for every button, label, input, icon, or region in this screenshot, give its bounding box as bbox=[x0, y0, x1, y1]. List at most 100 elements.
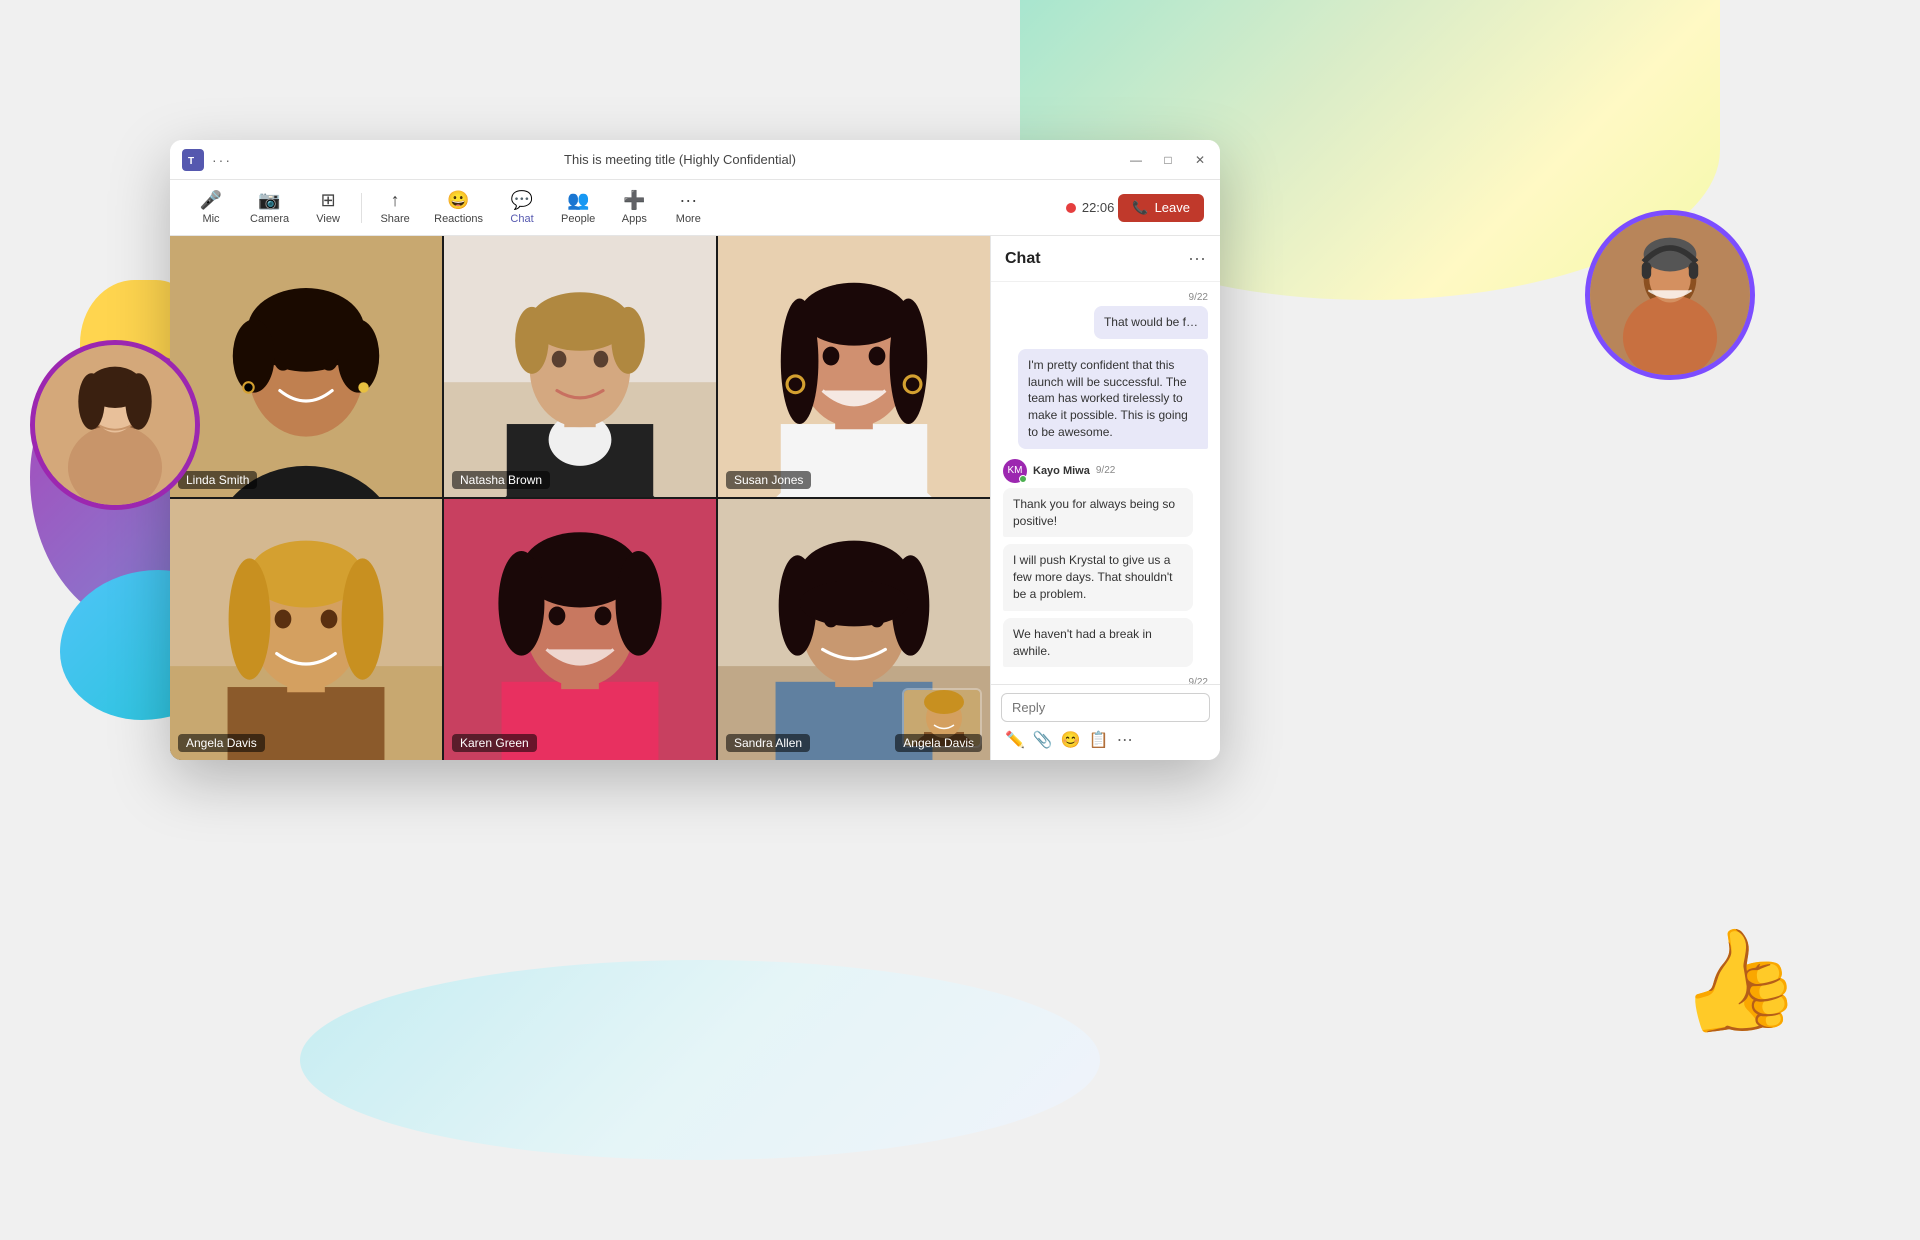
camera-label: Camera bbox=[250, 213, 289, 225]
toolbar-share[interactable]: ↑ Share bbox=[370, 186, 420, 229]
avatar-left bbox=[30, 340, 200, 510]
avatar-left-image bbox=[35, 345, 195, 505]
chat-message-1: I'm pretty confident that this launch wi… bbox=[1003, 349, 1208, 449]
leave-label: Leave bbox=[1155, 200, 1190, 215]
chat-message-0: 9/22 That would be f… bbox=[1003, 292, 1208, 339]
chat-label: Chat bbox=[510, 213, 533, 225]
toolbar-chat[interactable]: 💬 Chat bbox=[497, 186, 547, 229]
chat-header: Chat ··· bbox=[991, 236, 1220, 282]
video-label-0: Linda Smith bbox=[178, 471, 257, 489]
msg-date-0: 9/22 bbox=[1189, 292, 1208, 303]
chat-icon: 💬 bbox=[511, 190, 533, 211]
msg-bubble-0: That would be f… bbox=[1094, 306, 1208, 339]
mic-label: Mic bbox=[202, 213, 219, 225]
people-icon: 👥 bbox=[567, 190, 589, 211]
chat-toolbar-icons: ✏️ 📎 😊 📋 ⋯ bbox=[1001, 728, 1210, 752]
menu-dots[interactable]: ··· bbox=[212, 152, 232, 168]
chat-panel: Chat ··· 9/22 That would be f… I'm prett… bbox=[990, 236, 1220, 760]
video-label-5: Sandra Allen bbox=[726, 734, 810, 752]
toolbar: 🎤 Mic 📷 Camera ⊞ View ↑ Share 😀 Reaction… bbox=[170, 180, 1220, 236]
msg-sender-time: 9/22 bbox=[1096, 465, 1115, 476]
record-dot bbox=[1066, 203, 1076, 213]
video-label-2: Susan Jones bbox=[726, 471, 811, 489]
window-controls: — □ ✕ bbox=[1128, 152, 1208, 168]
msg-date-3: 9/22 bbox=[1189, 677, 1208, 684]
main-content: Linda Smith bbox=[170, 236, 1220, 760]
toolbar-camera[interactable]: 📷 Camera bbox=[240, 186, 299, 229]
video-cell-0: Linda Smith bbox=[170, 236, 442, 497]
person-6-bg bbox=[718, 499, 990, 760]
video-label-inset: Angela Davis bbox=[895, 734, 982, 752]
view-label: View bbox=[316, 213, 340, 225]
leave-phone-icon: 📞 bbox=[1132, 200, 1148, 216]
chat-input-box[interactable] bbox=[1001, 693, 1210, 722]
toolbar-reactions[interactable]: 😀 Reactions bbox=[424, 186, 493, 229]
title-bar: T ··· This is meeting title (Highly Conf… bbox=[170, 140, 1220, 180]
avatar-right bbox=[1585, 210, 1755, 380]
msg-bubble-2c: We haven't had a break in awhile. bbox=[1003, 618, 1193, 668]
video-label-1: Natasha Brown bbox=[452, 471, 550, 489]
people-label: People bbox=[561, 213, 595, 225]
video-cell-3: Angela Davis bbox=[170, 499, 442, 760]
chat-more-button[interactable]: ··· bbox=[1188, 248, 1206, 269]
share-label: Share bbox=[380, 213, 409, 225]
video-cell-4: Karen Green bbox=[444, 499, 716, 760]
msg-avatar-kayo: KM bbox=[1003, 459, 1027, 483]
chat-messages: 9/22 That would be f… I'm pretty confide… bbox=[991, 282, 1220, 684]
attach-icon[interactable]: 📎 bbox=[1033, 730, 1053, 750]
svg-text:T: T bbox=[188, 156, 194, 167]
person-4-bg bbox=[170, 499, 442, 760]
view-icon: ⊞ bbox=[321, 190, 336, 211]
emoji-icon[interactable]: 😊 bbox=[1061, 730, 1081, 750]
window-title: This is meeting title (Highly Confidenti… bbox=[564, 152, 796, 167]
msg-sender-row: KM Kayo Miwa 9/22 bbox=[1003, 459, 1115, 483]
msg-bubble-2a: Thank you for always being so positive! bbox=[1003, 488, 1193, 538]
timer-value: 22:06 bbox=[1082, 200, 1115, 215]
camera-icon: 📷 bbox=[258, 190, 280, 211]
msg-bubble-2b: I will push Krystal to give us a few mor… bbox=[1003, 544, 1193, 610]
minimize-button[interactable]: — bbox=[1128, 152, 1144, 168]
video-cell-1: Natasha Brown bbox=[444, 236, 716, 497]
thumbs-up-emoji: 👍 bbox=[1666, 913, 1809, 1050]
online-indicator bbox=[1019, 475, 1027, 483]
toolbar-mic[interactable]: 🎤 Mic bbox=[186, 186, 236, 229]
reply-input[interactable] bbox=[1012, 700, 1199, 715]
person-5-bg bbox=[444, 499, 716, 760]
format-icon[interactable]: ✏️ bbox=[1005, 730, 1025, 750]
chat-message-2: KM Kayo Miwa 9/22 Thank you for always b… bbox=[1003, 459, 1208, 668]
timer-display: 22:06 bbox=[1066, 200, 1115, 215]
more-options-icon[interactable]: ⋯ bbox=[1117, 730, 1133, 750]
video-cell-5: Sandra Allen Angela Davis bbox=[718, 499, 990, 760]
apps-label: Apps bbox=[622, 213, 647, 225]
video-cell-2: Susan Jones bbox=[718, 236, 990, 497]
more-icon: ··· bbox=[679, 190, 697, 211]
toolbar-separator-1 bbox=[361, 193, 362, 223]
mic-icon: 🎤 bbox=[200, 190, 222, 211]
person-3-bg bbox=[718, 236, 990, 497]
chat-input-area: ✏️ 📎 😊 📋 ⋯ bbox=[991, 684, 1220, 760]
bg-blob-bottom bbox=[300, 960, 1100, 1160]
share-icon: ↑ bbox=[391, 190, 400, 211]
video-label-3: Angela Davis bbox=[178, 734, 265, 752]
toolbar-apps[interactable]: ➕ Apps bbox=[609, 186, 659, 229]
more-label: More bbox=[676, 213, 701, 225]
toolbar-view[interactable]: ⊞ View bbox=[303, 186, 353, 229]
msg-bubble-1: I'm pretty confident that this launch wi… bbox=[1018, 349, 1208, 449]
close-button[interactable]: ✕ bbox=[1192, 152, 1208, 168]
maximize-button[interactable]: □ bbox=[1160, 152, 1176, 168]
reactions-icon: 😀 bbox=[447, 190, 469, 211]
leave-button[interactable]: 📞 Leave bbox=[1118, 194, 1204, 222]
person-2-bg bbox=[444, 236, 716, 497]
msg-sender-name: Kayo Miwa bbox=[1033, 465, 1090, 477]
toolbar-more[interactable]: ··· More bbox=[663, 186, 713, 229]
toolbar-people[interactable]: 👥 People bbox=[551, 186, 605, 229]
teams-window: T ··· This is meeting title (Highly Conf… bbox=[170, 140, 1220, 760]
reactions-label: Reactions bbox=[434, 213, 483, 225]
chat-message-3: 9/22 Let's do it! bbox=[1003, 677, 1208, 684]
chat-title: Chat bbox=[1005, 250, 1041, 268]
person-1-bg bbox=[170, 236, 442, 497]
teams-logo: T bbox=[182, 149, 204, 171]
video-grid: Linda Smith bbox=[170, 236, 990, 760]
video-label-4: Karen Green bbox=[452, 734, 537, 752]
sticker-icon[interactable]: 📋 bbox=[1089, 730, 1109, 750]
